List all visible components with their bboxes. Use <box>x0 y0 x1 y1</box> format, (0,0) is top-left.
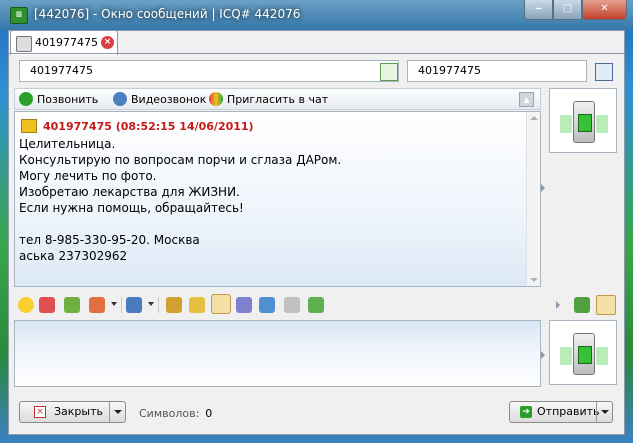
window-controls: ‒ □ ✕ <box>524 0 627 20</box>
chevron-down-icon[interactable] <box>148 302 154 306</box>
symbols-label: Символов: <box>139 407 200 420</box>
tab-label: 401977475 <box>35 36 98 49</box>
mobile-phone-icon <box>573 333 595 375</box>
splitter-arrow-icon[interactable] <box>541 184 545 192</box>
close-dropdown[interactable] <box>109 402 126 422</box>
signal-right-icon <box>596 115 608 133</box>
notes-icon[interactable] <box>211 294 231 314</box>
symbols-counter: Символов: 0 <box>139 407 212 420</box>
message-window-icon: ≡ <box>10 7 28 24</box>
call-button[interactable]: Позвонить <box>19 92 98 106</box>
collapse-toolbar-icon[interactable]: ▲ <box>519 92 534 107</box>
close-icon[interactable]: × <box>101 36 114 49</box>
tools-icon[interactable] <box>166 297 182 313</box>
contact-icon <box>16 36 32 52</box>
send-label: Отправить <box>537 405 600 418</box>
folder-green-icon[interactable] <box>308 297 324 313</box>
close-window-button[interactable]: ✕ <box>582 0 627 20</box>
message-text: Целительница. Консультирую по вопросам п… <box>19 137 342 263</box>
signal-right-icon <box>596 347 608 365</box>
document-icon[interactable] <box>284 297 300 313</box>
close-button[interactable]: × Закрыть <box>19 401 126 423</box>
contact-id-field[interactable]: 401977475 <box>407 60 587 82</box>
folder-icon[interactable] <box>189 297 205 313</box>
spellcheck-icon[interactable] <box>574 297 590 313</box>
edit-icon[interactable] <box>236 297 252 313</box>
history-icon[interactable] <box>380 63 398 81</box>
chevron-down-icon[interactable] <box>111 302 117 306</box>
splitter-arrow-icon[interactable] <box>556 301 560 309</box>
contact-avatar <box>549 88 617 153</box>
contact-card-icon[interactable] <box>595 63 613 81</box>
contact-name-field[interactable]: 401977475 <box>19 60 399 82</box>
smiley-icon[interactable] <box>18 297 34 313</box>
check-icon[interactable] <box>64 297 80 313</box>
history-scrollbar[interactable] <box>526 112 540 286</box>
settings-gear-icon[interactable] <box>596 295 616 315</box>
phone-icon <box>19 92 33 106</box>
toolbar-separator <box>121 297 122 313</box>
sender-header: 401977475 (08:52:15 14/06/2011) <box>43 119 254 133</box>
signal-left-icon <box>560 347 572 365</box>
group-chat-icon <box>209 92 223 106</box>
video-call-button[interactable]: Видеозвонок <box>113 92 206 106</box>
formatting-toolbar <box>14 292 541 318</box>
send-file-icon[interactable] <box>126 297 142 313</box>
own-avatar <box>549 320 617 385</box>
signal-left-icon <box>560 115 572 133</box>
webcam-icon <box>113 92 127 106</box>
quote-icon[interactable] <box>39 297 55 313</box>
scroll-down-icon[interactable] <box>530 278 538 282</box>
send-dropdown[interactable] <box>596 402 613 422</box>
toolbar-separator <box>158 297 159 313</box>
invite-label: Пригласить в чат <box>227 92 329 106</box>
tab-contact[interactable]: 401977475 × <box>10 30 118 55</box>
tab-divider <box>8 53 625 54</box>
compress-icon[interactable] <box>259 297 275 313</box>
minimize-button[interactable]: ‒ <box>524 0 553 20</box>
scroll-up-icon[interactable] <box>530 116 538 120</box>
splitter-arrow-icon[interactable] <box>541 351 545 359</box>
video-label: Видеозвонок <box>131 92 207 106</box>
invite-chat-button[interactable]: Пригласить в чат <box>209 92 328 106</box>
mobile-phone-icon <box>573 101 595 143</box>
message-history[interactable]: 401977475 (08:52:15 14/06/2011) Целитель… <box>14 111 541 287</box>
calendar-icon[interactable] <box>89 297 105 313</box>
title-bar: ≡ [442076] - Окно сообщений | ICQ# 44207… <box>0 0 633 30</box>
message-window: ≡ [442076] - Окно сообщений | ICQ# 44207… <box>0 0 633 443</box>
message-input[interactable] <box>14 320 541 387</box>
symbols-count: 0 <box>205 407 213 420</box>
maximize-button[interactable]: □ <box>553 0 582 20</box>
close-label: Закрыть <box>54 405 103 418</box>
send-button[interactable]: ➜ Отправить <box>509 401 613 423</box>
call-toolbar: Позвонить Видеозвонок Пригласить в чат ▲ <box>14 88 541 110</box>
message-icon <box>21 119 37 133</box>
window-title: [442076] - Окно сообщений | ICQ# 442076 <box>34 7 301 21</box>
message-header: 401977475 (08:52:15 14/06/2011) <box>21 119 254 133</box>
call-label: Позвонить <box>37 92 99 106</box>
send-arrow-icon: ➜ <box>520 406 532 418</box>
close-icon: × <box>34 406 46 418</box>
